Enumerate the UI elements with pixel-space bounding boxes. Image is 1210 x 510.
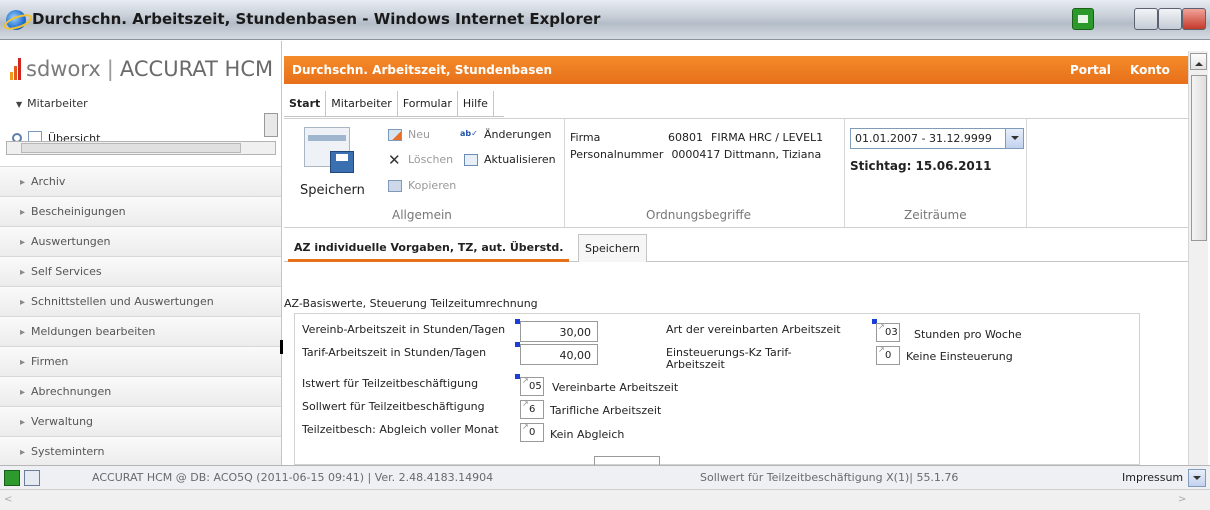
sidebar-item-schnittstellen[interactable]: Schnittstellen und Auswertungen	[0, 286, 281, 316]
tab-speichern[interactable]: Speichern	[578, 234, 647, 262]
page-header-bar: Durchschn. Arbeitszeit, Stundenbasen Por…	[284, 56, 1188, 84]
internet-explorer-icon	[6, 10, 26, 30]
copy-icon	[388, 179, 402, 192]
close-button[interactable]	[1182, 8, 1206, 30]
sidebar-item-firmen[interactable]: Firmen	[0, 346, 281, 376]
group-label-zeitraeume: Zeiträume	[904, 208, 967, 222]
istwert-label: Istwert für Teilzeitbeschäftigung	[302, 377, 479, 390]
sidebar-item-abrechnungen[interactable]: Abrechnungen	[0, 376, 281, 406]
menu-tabs: Start Mitarbeiter Formular Hilfe	[284, 91, 504, 117]
firma-label: Firma	[570, 131, 601, 144]
print-icon[interactable]	[24, 470, 40, 486]
tree-scrollbar[interactable]	[264, 113, 278, 137]
spellcheck-icon: ab✓	[460, 128, 478, 138]
window-title: Durchschn. Arbeitszeit, Stundenbasen - W…	[32, 10, 601, 28]
group-label-allgemein: Allgemein	[392, 208, 452, 222]
vereinb-input[interactable]: 30,00	[520, 321, 598, 342]
tarif-input[interactable]: 40,00	[520, 344, 598, 365]
group-label-ordnungsbegriffe: Ordnungsbegriffe	[646, 208, 752, 222]
copy-button[interactable]: Kopieren	[388, 179, 456, 192]
tarif-label: Tarif-Arbeitszeit in Stunden/Tagen	[302, 346, 487, 359]
istwert-code-input[interactable]: 05	[520, 376, 544, 396]
refresh-button[interactable]: Aktualisieren	[464, 153, 556, 166]
page-vertical-scrollbar[interactable]	[1188, 51, 1208, 465]
abgleich-text: Kein Abgleich	[550, 428, 625, 441]
period-select[interactable]: 01.01.2007 - 31.12.9999	[850, 128, 1024, 149]
firma-name: FIRMA HRC / LEVEL1	[711, 131, 824, 144]
sub-tabs: AZ individuelle Vorgaben, TZ, aut. Übers…	[284, 234, 1188, 262]
status-bar: ACCURAT HCM @ DB: ACO5Q (2011-06-15 09:4…	[0, 465, 1210, 489]
maximize-button[interactable]	[1158, 8, 1182, 30]
einst-label-2: Arbeitszeit	[666, 358, 725, 371]
ordnungsbegriffe: Firma 60801 FIRMA HRC / LEVEL1 Personaln…	[570, 129, 823, 163]
sidebar-item-systemintern[interactable]: Systemintern	[0, 436, 281, 466]
tab-az-individuelle[interactable]: AZ individuelle Vorgaben, TZ, aut. Übers…	[288, 234, 570, 262]
art-text: Stunden pro Woche	[914, 328, 1022, 341]
section-mitarbeiter[interactable]: Mitarbeiter	[16, 97, 88, 110]
logo-bars-icon	[10, 58, 24, 80]
window-title-bar: Durchschn. Arbeitszeit, Stundenbasen - W…	[0, 0, 1210, 40]
chevron-down-icon[interactable]	[1188, 469, 1206, 487]
delete-icon: ✕	[388, 150, 401, 169]
firma-number: 60801	[668, 131, 703, 144]
new-icon	[388, 128, 402, 141]
portal-link[interactable]: Portal	[1070, 63, 1111, 77]
abgleich-code-input[interactable]: 0	[520, 422, 544, 442]
back-icon[interactable]	[4, 470, 20, 486]
sollwert-code-input[interactable]: 6	[520, 399, 544, 419]
delete-button[interactable]: ✕ Löschen	[388, 150, 453, 169]
sidebar-item-meldungen[interactable]: Meldungen bearbeiten	[0, 316, 281, 346]
abgleich-label: Teilzeitbesch: Abgleich voller Monat	[302, 423, 499, 436]
logo-brand: sdworx	[26, 57, 101, 81]
status-field-info: Sollwert für Teilzeitbeschäftigung X(1)|…	[700, 471, 959, 484]
personalnummer-label: Personalnummer	[570, 148, 664, 161]
page-title: Durchschn. Arbeitszeit, Stundenbasen	[292, 63, 553, 77]
chevron-down-icon[interactable]	[1005, 129, 1023, 148]
sidebar: sdworx|ACCURAT HCM Mitarbeiter Übersicht…	[0, 41, 282, 466]
einst-text: Keine Einsteuerung	[906, 350, 1013, 363]
scrollbar-thumb[interactable]	[1191, 75, 1207, 241]
sidebar-item-auswertungen[interactable]: Auswertungen	[0, 226, 281, 256]
logo-product: ACCURAT HCM	[119, 57, 274, 81]
vereinb-label: Vereinb-Arbeitszeit in Stunden/Tagen	[302, 323, 506, 336]
personalnummer-value: 0000417 Dittmann, Tiziana	[671, 148, 822, 161]
tab-hilfe[interactable]: Hilfe	[458, 91, 494, 117]
tab-mitarbeiter[interactable]: Mitarbeiter	[326, 91, 398, 117]
art-code-input[interactable]: 03	[876, 322, 900, 342]
sidebar-horizontal-scrollbar[interactable]	[6, 141, 276, 155]
save-button[interactable]: Speichern	[300, 183, 365, 198]
scroll-right-icon[interactable]: >	[1178, 494, 1186, 505]
stichtag: Stichtag: 15.06.2011	[850, 159, 992, 173]
scroll-up-icon[interactable]	[1190, 53, 1207, 70]
konto-link[interactable]: Konto	[1130, 63, 1170, 77]
sollwert-label: Sollwert für Teilzeitbeschäftigung	[302, 400, 485, 413]
save-icon[interactable]	[304, 127, 360, 177]
art-label: Art der vereinbarten Arbeitszeit	[666, 323, 841, 336]
sidebar-item-bescheinigungen[interactable]: Bescheinigungen	[0, 196, 281, 226]
istwert-text: Vereinbarte Arbeitszeit	[552, 381, 679, 394]
printer-icon[interactable]	[1072, 8, 1094, 30]
tab-formular[interactable]: Formular	[398, 91, 458, 117]
ribbon: Speichern Neu ✕ Löschen Kopieren ab✓ Änd…	[284, 118, 1188, 228]
sidebar-item-self-services[interactable]: Self Services	[0, 256, 281, 286]
tab-start[interactable]: Start	[284, 91, 327, 117]
status-db-info: ACCURAT HCM @ DB: ACO5Q (2011-06-15 09:4…	[92, 471, 494, 484]
sidebar-item-archiv[interactable]: Archiv	[0, 166, 281, 196]
splitter-handle[interactable]	[280, 340, 283, 354]
section-title: AZ-Basiswerte, Steuerung Teilzeitumrechn…	[284, 297, 538, 310]
changes-button[interactable]: ab✓ Änderungen	[460, 128, 551, 141]
new-button[interactable]: Neu	[388, 128, 430, 141]
scroll-left-icon[interactable]: <	[4, 494, 12, 505]
main-content: Durchschn. Arbeitszeit, Stundenbasen Por…	[284, 41, 1188, 466]
sidebar-item-verwaltung[interactable]: Verwaltung	[0, 406, 281, 436]
sdworx-logo: sdworx | ACCURAT HCM	[10, 57, 273, 81]
scrollbar-thumb[interactable]	[21, 143, 241, 153]
sollwert-text: Tarifliche Arbeitszeit	[550, 404, 662, 417]
impressum-link[interactable]: Impressum	[1122, 471, 1183, 484]
refresh-icon	[464, 153, 478, 166]
window-horizontal-scrollbar[interactable]: < >	[0, 489, 1210, 510]
einst-code-input[interactable]: 0	[876, 345, 900, 365]
minimize-button[interactable]	[1134, 8, 1158, 30]
